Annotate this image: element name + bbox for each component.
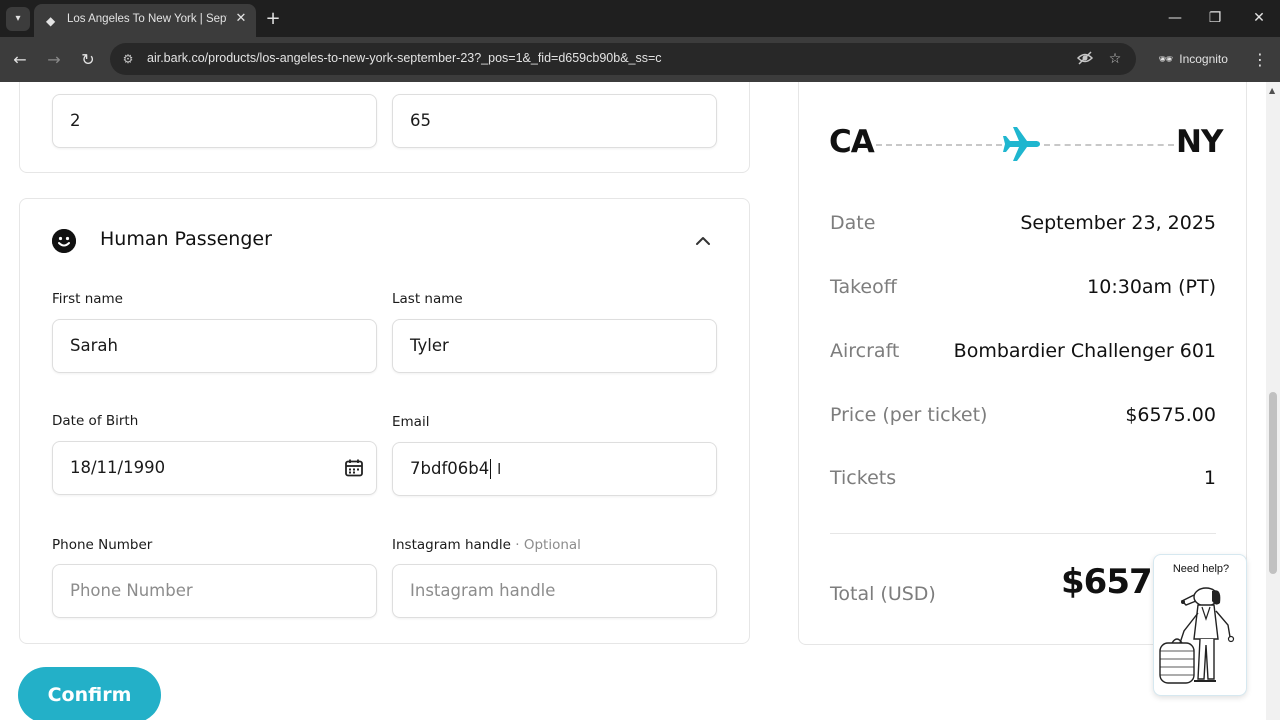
address-bar[interactable]: ⚙ air.bark.co/products/los-angeles-to-ne… (110, 43, 1136, 75)
airplane-icon (1000, 124, 1044, 164)
summary-row-value: Bombardier Challenger 601 (953, 340, 1216, 362)
smiley-icon (52, 229, 76, 253)
browser-tab-bar: ▾ ◆ Los Angeles To New York | Sept ✕ + —… (0, 0, 1280, 37)
minimize-window-icon[interactable]: — (1160, 6, 1190, 30)
incognito-label: Incognito (1179, 52, 1228, 66)
pet-weight-input[interactable]: 65 (392, 94, 717, 148)
browser-toolbar: ← → ↻ ⚙ air.bark.co/products/los-angeles… (0, 37, 1280, 82)
email-input[interactable]: 7bdf06b4 I (392, 442, 717, 496)
first-name-label: First name (52, 291, 123, 307)
phone-label: Phone Number (52, 537, 153, 553)
last-name-input[interactable]: Tyler (392, 319, 717, 373)
summary-row-label: Tickets (830, 467, 897, 489)
forward-arrow-icon[interactable]: → (42, 48, 66, 72)
last-name-value: Tyler (410, 336, 449, 355)
pet-count-value: 2 (70, 111, 81, 130)
phone-placeholder: Phone Number (70, 581, 193, 600)
text-cursor-icon: I (497, 460, 502, 478)
summary-row-value: 1 (1203, 467, 1216, 489)
summary-row-value: $6575.00 (1125, 404, 1216, 426)
restore-window-icon[interactable]: ❐ (1200, 6, 1230, 30)
dob-value: 18/11/1990 (70, 458, 166, 477)
instagram-placeholder: Instagram handle (410, 581, 556, 600)
summary-row-label: Price (per ticket) (830, 404, 988, 426)
route-line-left (876, 144, 1002, 146)
bark-favicon-icon: ◆ (46, 14, 56, 28)
first-name-value: Sarah (70, 336, 118, 355)
origin-code: CA (829, 124, 875, 160)
browser-menu-icon[interactable]: ⋮ (1252, 48, 1268, 72)
page-scrollbar[interactable]: ▲ (1266, 82, 1280, 720)
back-arrow-icon[interactable]: ← (8, 48, 32, 72)
text-caret (490, 459, 491, 479)
close-tab-icon[interactable]: ✕ (232, 10, 250, 28)
instagram-input[interactable]: Instagram handle (392, 564, 717, 618)
tracking-protection-eye-icon[interactable] (1075, 49, 1095, 69)
pet-weight-value: 65 (410, 111, 431, 130)
email-label: Email (392, 414, 430, 430)
tab-title: Los Angeles To New York | Sept (67, 13, 227, 25)
browser-tab[interactable]: ◆ Los Angeles To New York | Sept ✕ (34, 4, 256, 37)
calendar-icon[interactable] (344, 458, 364, 482)
instagram-label: Instagram handle · Optional (392, 537, 581, 553)
destination-code: NY (1176, 124, 1223, 160)
summary-divider (830, 533, 1216, 534)
optional-tag: · Optional (510, 537, 581, 553)
summary-row-label: Takeoff (830, 276, 897, 298)
total-label: Total (USD) (830, 583, 936, 605)
tab-search-button[interactable]: ▾ (6, 7, 30, 31)
email-value: 7bdf06b4 (410, 459, 490, 478)
reload-icon[interactable]: ↻ (76, 48, 100, 72)
route-line-right (1044, 144, 1174, 146)
instagram-label-text: Instagram handle (392, 537, 511, 553)
incognito-badge[interactable]: 🕶 Incognito (1148, 45, 1238, 73)
bookmark-star-icon[interactable]: ☆ (1105, 49, 1125, 69)
summary-row-value: 10:30am (PT) (1087, 276, 1216, 298)
summary-row-label: Aircraft (830, 340, 900, 362)
phone-input[interactable]: Phone Number (52, 564, 377, 618)
dob-input[interactable]: 18/11/1990 (52, 441, 377, 495)
scroll-up-arrow-icon[interactable]: ▲ (1269, 86, 1275, 95)
dog-traveler-illustration (1154, 579, 1246, 695)
incognito-icon: 🕶 (1158, 52, 1174, 66)
need-help-widget[interactable]: Need help? (1153, 554, 1247, 696)
new-tab-button[interactable]: + (262, 8, 284, 30)
first-name-input[interactable]: Sarah (52, 319, 377, 373)
summary-row-value: September 23, 2025 (1020, 212, 1216, 234)
pet-count-input[interactable]: 2 (52, 94, 377, 148)
dob-label: Date of Birth (52, 413, 139, 429)
summary-row-label: Date (830, 212, 876, 234)
confirm-button[interactable]: Confirm (18, 667, 161, 720)
need-help-text: Need help? (1172, 563, 1230, 575)
checkout-page: 2 65 Human Passenger First name Last nam… (0, 82, 1280, 720)
last-name-label: Last name (392, 291, 463, 307)
url-text[interactable]: air.bark.co/products/los-angeles-to-new-… (147, 51, 662, 65)
close-window-icon[interactable]: ✕ (1244, 6, 1274, 30)
site-info-icon[interactable]: ⚙ (120, 51, 136, 67)
scrollbar-thumb[interactable] (1269, 392, 1277, 574)
chevron-up-icon[interactable] (692, 230, 714, 252)
passenger-section-title: Human Passenger (100, 228, 272, 250)
